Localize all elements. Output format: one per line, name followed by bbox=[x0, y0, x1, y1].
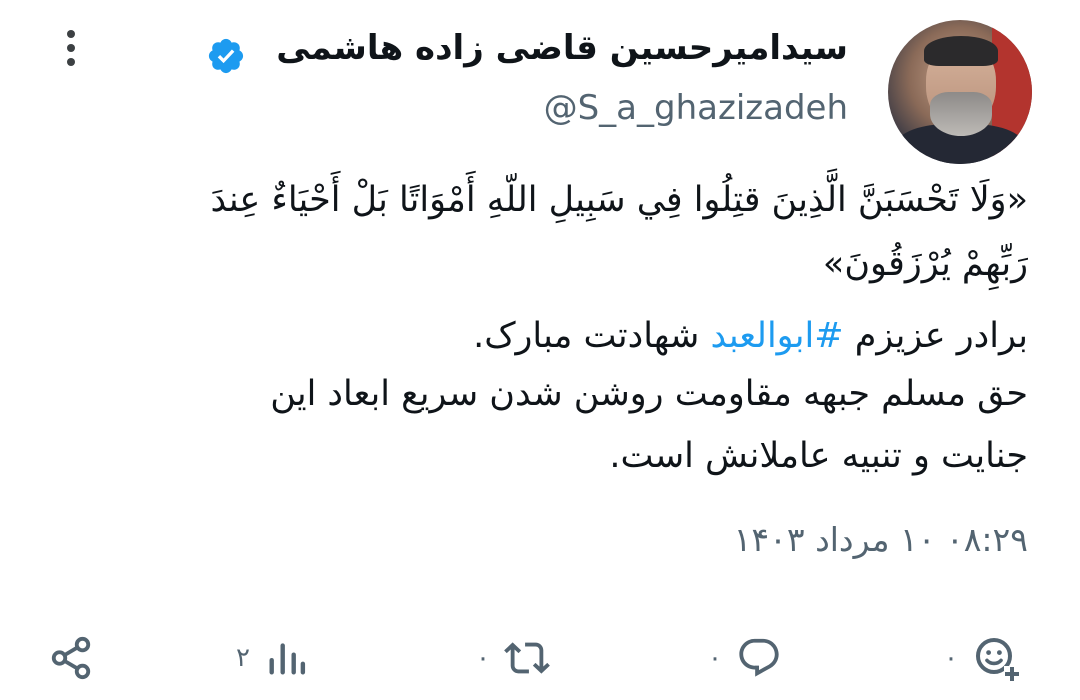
retweet-icon bbox=[504, 642, 550, 674]
add-reaction-button[interactable]: ۰ bbox=[944, 628, 1020, 688]
avatar-beard bbox=[930, 92, 992, 136]
share-button[interactable] bbox=[48, 628, 94, 688]
more-vertical-icon bbox=[67, 58, 75, 66]
more-vertical-icon bbox=[67, 44, 75, 52]
reply-button[interactable]: ۰ bbox=[708, 628, 782, 688]
tweet-text-line: جنایت و تنبیه عاملانش است. bbox=[609, 436, 1028, 476]
tweet-text-segment: شهادتت مبارک. bbox=[473, 316, 711, 356]
tweet-text-line: حق مسلم جبهه مقاومت روشن شدن سریع ابعاد … bbox=[270, 374, 1028, 414]
views-button[interactable]: ۲ bbox=[236, 628, 308, 688]
tweet-text-segment: برادر عزیزم bbox=[843, 316, 1028, 356]
author-display-name[interactable]: سیدامیرحسین قاضی زاده هاشمی bbox=[276, 28, 848, 68]
add-reaction-icon bbox=[975, 638, 1020, 682]
hashtag-link[interactable]: #ابوالعبد bbox=[710, 316, 843, 356]
reply-count: ۰ bbox=[708, 643, 722, 673]
share-icon bbox=[51, 636, 91, 680]
avatar[interactable] bbox=[888, 20, 1032, 164]
reply-icon bbox=[739, 638, 779, 677]
verified-badge-icon bbox=[208, 38, 244, 74]
tweet-timestamp[interactable]: ۰۸:۲۹ ۱۰ مرداد ۱۴۰۳ bbox=[734, 520, 1028, 559]
tweet-card: سیدامیرحسین قاضی زاده هاشمی @S_a_ghaziza… bbox=[0, 0, 1080, 700]
like-count: ۰ bbox=[944, 643, 958, 673]
tweet-text-line: «وَلَا تَحْسَبَنَّ الَّذِینَ قتِلُوا فِي… bbox=[210, 180, 1028, 220]
tweet-text-line: برادر عزیزم #ابوالعبد شهادتت مبارک. bbox=[473, 316, 1028, 356]
retweet-button[interactable]: ۰ bbox=[476, 628, 550, 688]
views-icon bbox=[269, 643, 306, 675]
tweet-text-line: رَبِّهِمْ يُرْزَقُونَ» bbox=[822, 244, 1028, 284]
more-vertical-icon bbox=[67, 30, 75, 38]
more-options-button[interactable] bbox=[56, 28, 86, 68]
views-count: ۲ bbox=[236, 643, 250, 673]
author-handle[interactable]: @S_a_ghazizadeh bbox=[544, 88, 848, 128]
retweet-count: ۰ bbox=[476, 643, 490, 673]
avatar-hair bbox=[924, 36, 998, 66]
